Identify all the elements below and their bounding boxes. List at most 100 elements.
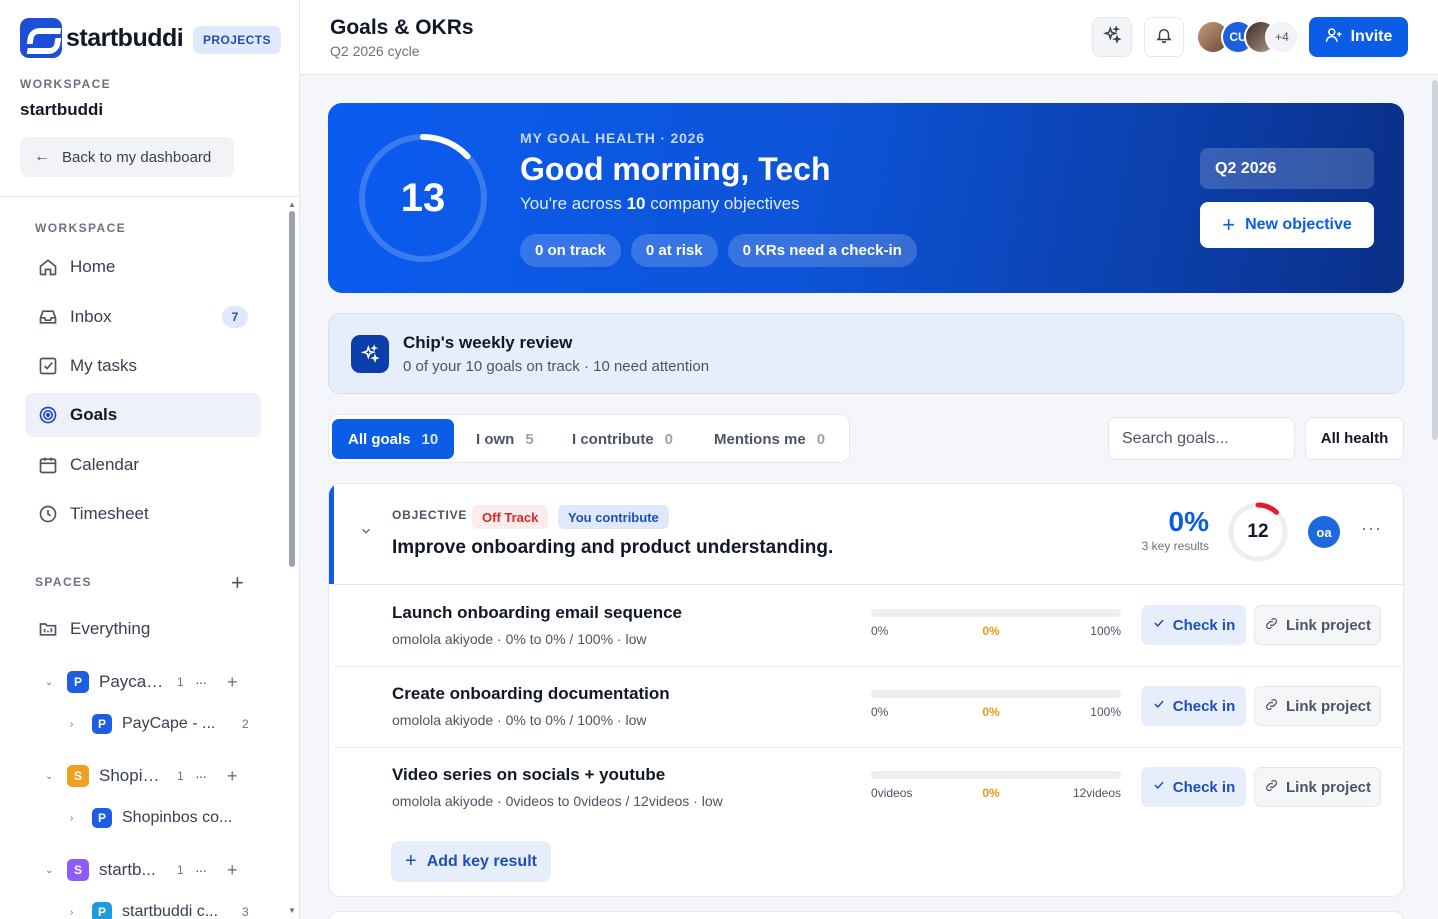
kr-target-value: 12videos (1072, 786, 1121, 800)
weekly-review-card[interactable]: Chip's weekly review 0 of your 10 goals … (328, 313, 1404, 394)
search-goals-input[interactable] (1108, 417, 1295, 460)
tab-label: I own (476, 430, 515, 448)
objective-kicker: OBJECTIVE (392, 508, 468, 522)
sidebar-item-label: Timesheet (70, 504, 149, 523)
sidebar-item-home[interactable]: Home (25, 245, 261, 289)
sidebar-item-goals[interactable]: Goals (25, 393, 261, 437)
sidebar-item-timesheet[interactable]: Timesheet (25, 492, 261, 536)
calendar-icon (37, 454, 59, 476)
space-count: 1 (177, 769, 184, 783)
brand[interactable]: startbuddi (20, 18, 184, 58)
project-avatar: P (92, 714, 112, 734)
link-icon (1264, 778, 1279, 797)
link-project-button[interactable]: Link project (1254, 767, 1381, 807)
sidebar-scrollbar[interactable] (289, 211, 295, 567)
page-subtitle: Q2 2026 cycle (330, 43, 420, 59)
objective-progress: 0% (1168, 506, 1209, 537)
add-icon[interactable]: + (227, 672, 238, 693)
health-chips: 0 on track 0 at risk 0 KRs need a check-… (520, 234, 917, 267)
sidebar-item-everything[interactable]: Everything (25, 607, 261, 651)
top-bar: Goals & OKRs Q2 2026 cycle CU +4 Invite (300, 0, 1438, 75)
kr-title[interactable]: Launch onboarding email sequence (392, 603, 682, 623)
plus-icon: + (1222, 212, 1236, 237)
project-avatar: P (92, 902, 112, 919)
workspace-label: WORKSPACE (20, 77, 112, 91)
page-title: Goals & OKRs (330, 16, 474, 39)
kr-target-value: 100% (1090, 705, 1121, 719)
at-risk-chip[interactable]: 0 at risk (630, 234, 718, 267)
notifications-button[interactable] (1144, 17, 1184, 57)
more-icon[interactable]: ··· (195, 674, 217, 690)
back-to-dashboard-button[interactable]: ← Back to my dashboard (20, 137, 234, 177)
kr-meta: omolola akiyode · 0videos to 0videos / 1… (392, 793, 723, 809)
check-in-button[interactable]: Check in (1141, 767, 1246, 807)
chevron-right-icon[interactable]: › (70, 907, 82, 918)
more-icon[interactable]: ··· (195, 862, 217, 878)
check-in-button[interactable]: Check in (1141, 605, 1246, 645)
kr-current-value: 0% (982, 786, 1000, 800)
link-project-label: Link project (1285, 697, 1371, 715)
more-icon[interactable]: ··· (195, 768, 217, 784)
project-name: Shopinbos co... (122, 809, 233, 826)
tab-label: Mentions me (714, 430, 806, 448)
scroll-down-icon[interactable]: ▼ (288, 906, 296, 915)
scroll-up-icon[interactable]: ▲ (288, 200, 296, 209)
sidebar-item-calendar[interactable]: Calendar (25, 443, 261, 487)
chevron-right-icon[interactable]: › (70, 719, 82, 730)
tab-all-goals[interactable]: All goals 10 (332, 419, 455, 459)
chevron-down-icon[interactable]: ⌄ (45, 865, 57, 876)
greeting: Good morning, Tech (520, 151, 831, 187)
chevron-down-icon[interactable]: ⌄ (45, 677, 57, 688)
cycle-selector[interactable]: Q2 2026 (1200, 148, 1374, 189)
new-objective-button[interactable]: + New objective (1200, 202, 1374, 248)
project-item[interactable]: › P PayCape - ... 2 (70, 709, 250, 739)
tab-label: All goals (348, 430, 411, 448)
member-avatars[interactable]: CU +4 (1196, 20, 1299, 54)
brand-name: startbuddi (66, 23, 184, 52)
project-item[interactable]: › P Shopinbos co... (70, 803, 250, 833)
chevron-down-icon[interactable]: ⌄ (45, 771, 57, 782)
health-filter-dropdown[interactable]: All health (1305, 417, 1404, 460)
kr-title[interactable]: Create onboarding documentation (392, 684, 670, 704)
spaces-section-label: SPACES (35, 575, 92, 589)
chevron-right-icon[interactable]: › (70, 813, 82, 824)
space-count: 1 (177, 675, 184, 689)
on-track-chip[interactable]: 0 on track (520, 234, 621, 267)
objective-card (328, 911, 1404, 919)
review-summary: 0 of your 10 goals on track · 10 need at… (403, 358, 710, 375)
tab-i-contribute[interactable]: I contribute 0 (556, 419, 689, 459)
main-scrollbar[interactable] (1432, 80, 1438, 440)
add-space-icon[interactable]: + (231, 570, 244, 596)
sidebar-item-label: My tasks (70, 356, 138, 375)
space-item[interactable]: ⌄ S startb... 1 ··· + (45, 855, 255, 885)
objective-title[interactable]: Improve onboarding and product understan… (392, 537, 833, 559)
more-members-badge[interactable]: +4 (1265, 20, 1299, 54)
space-avatar: S (67, 859, 89, 881)
more-options-icon[interactable]: ··· (1361, 518, 1382, 539)
space-avatar: S (67, 765, 89, 787)
checkin-needed-chip[interactable]: 0 KRs need a check-in (727, 234, 917, 267)
projects-badge: PROJECTS (193, 26, 281, 54)
key-results-count: 3 key results (1141, 539, 1209, 553)
sidebar-item-inbox[interactable]: Inbox 7 (25, 295, 261, 339)
kr-title[interactable]: Video series on socials + youtube (392, 765, 665, 785)
tab-i-own[interactable]: I own 5 (460, 419, 550, 459)
link-project-button[interactable]: Link project (1254, 686, 1381, 726)
sidebar-item-my-tasks[interactable]: My tasks (25, 344, 261, 388)
key-result-row: Launch onboarding email sequence omolola… (334, 586, 1403, 667)
chevron-down-icon[interactable] (359, 524, 373, 541)
tab-mentions-me[interactable]: Mentions me 0 (698, 419, 841, 459)
project-item[interactable]: › P startbuddi c... 3 (70, 897, 250, 919)
invite-button[interactable]: Invite (1309, 17, 1408, 57)
objectives-summary: You're across 10 company objectives (520, 194, 800, 214)
space-item[interactable]: ⌄ S Shopin... 1 ··· + (45, 761, 255, 791)
owner-avatar[interactable]: oa (1308, 516, 1340, 548)
link-project-button[interactable]: Link project (1254, 605, 1381, 645)
check-in-button[interactable]: Check in (1141, 686, 1246, 726)
kr-progress-bar (871, 690, 1121, 698)
space-item[interactable]: ⌄ P Paycape 1 ··· + (45, 667, 255, 697)
add-key-result-button[interactable]: + Add key result (391, 841, 551, 882)
ai-assistant-button[interactable] (1092, 17, 1132, 57)
add-icon[interactable]: + (227, 860, 238, 881)
add-icon[interactable]: + (227, 766, 238, 787)
